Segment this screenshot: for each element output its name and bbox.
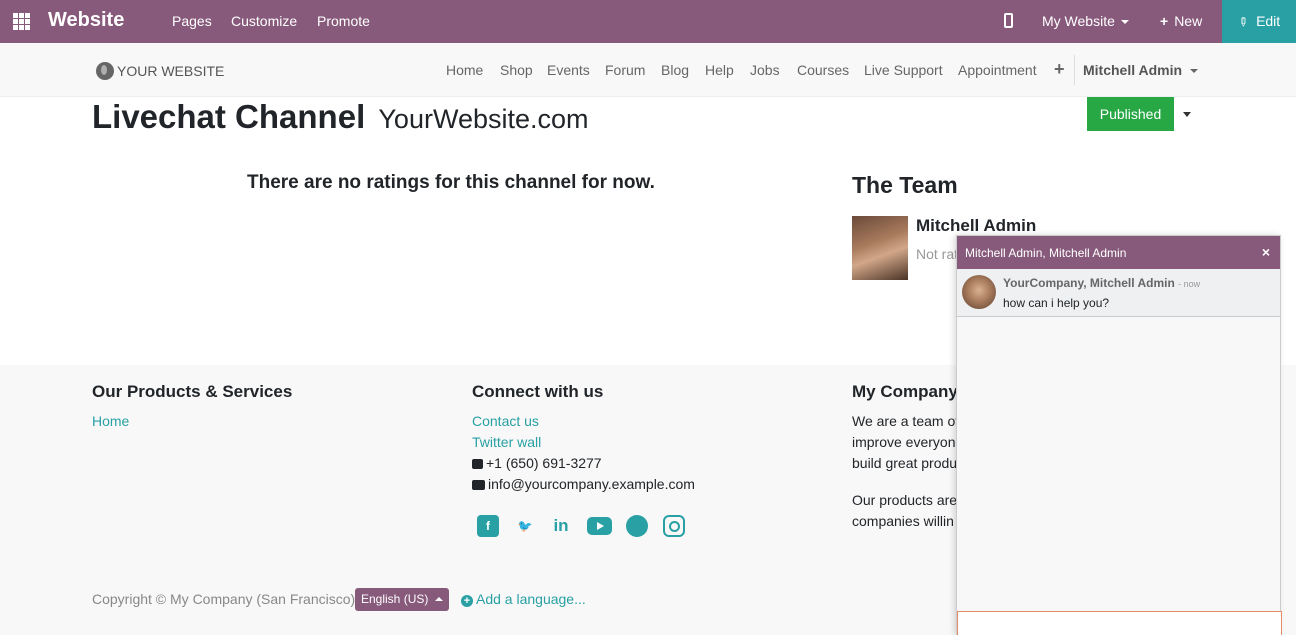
nav-blog[interactable]: Blog bbox=[661, 62, 689, 78]
user-name: Mitchell Admin bbox=[1083, 62, 1183, 78]
language-selector[interactable]: English (US) bbox=[355, 588, 449, 611]
team-member-rating-status: Not rated yet bbox=[916, 246, 956, 262]
team-member-avatar bbox=[852, 216, 908, 280]
instagram-icon[interactable] bbox=[663, 515, 685, 537]
twitter-icon[interactable]: 🐦 bbox=[514, 515, 536, 537]
footer-heading-connect: Connect with us bbox=[472, 382, 604, 401]
menu-pages[interactable]: Pages bbox=[172, 13, 212, 29]
message-author: YourCompany, Mitchell Admin - now bbox=[1003, 276, 1200, 290]
close-icon[interactable]: × bbox=[1262, 244, 1270, 260]
footer-company-line: We are a team of bbox=[852, 413, 956, 429]
website-header: YOUR WEBSITE Home Shop Events Forum Blog… bbox=[0, 43, 1296, 97]
copyright: Copyright © My Company (San Francisco) bbox=[92, 591, 356, 607]
youtube-icon[interactable] bbox=[587, 517, 612, 535]
livechat-header[interactable]: Mitchell Admin, Mitchell Admin × bbox=[957, 236, 1280, 269]
footer-company-paragraph-1: We are a team of improve everyone build … bbox=[852, 411, 956, 474]
chevron-down-icon bbox=[1190, 69, 1199, 74]
pencil-icon: ✎ bbox=[1234, 13, 1252, 31]
github-icon[interactable] bbox=[626, 515, 648, 537]
site-logo[interactable]: YOUR WEBSITE bbox=[96, 62, 224, 80]
footer-email-address: info@yourcompany.example.com bbox=[488, 476, 695, 492]
chevron-down-icon bbox=[1120, 20, 1129, 25]
nav-help[interactable]: Help bbox=[705, 62, 734, 78]
livechat-window: Mitchell Admin, Mitchell Admin × YourCom… bbox=[956, 235, 1282, 635]
footer-company-line: Our products are bbox=[852, 492, 956, 508]
new-button[interactable]: + New bbox=[1160, 13, 1202, 29]
menu-promote[interactable]: Promote bbox=[317, 13, 370, 29]
mobile-preview-icon[interactable] bbox=[1004, 13, 1013, 28]
team-member-name: Mitchell Admin bbox=[916, 216, 1037, 235]
message-author-name: YourCompany, Mitchell Admin bbox=[1003, 276, 1175, 290]
website-selector-label: My Website bbox=[1042, 13, 1115, 29]
nav-forum[interactable]: Forum bbox=[605, 62, 645, 78]
nav-home[interactable]: Home bbox=[446, 62, 483, 78]
message-text: how can i help you? bbox=[1003, 296, 1110, 310]
phone-icon bbox=[472, 459, 483, 469]
message-author-avatar bbox=[962, 275, 996, 309]
add-menu-item-icon[interactable]: + bbox=[1054, 59, 1065, 80]
publish-dropdown-icon[interactable] bbox=[1183, 112, 1191, 117]
footer-link-home[interactable]: Home bbox=[92, 413, 129, 429]
page-title-main: Livechat Channel bbox=[92, 98, 366, 135]
nav-courses[interactable]: Courses bbox=[797, 62, 849, 78]
edit-button-label: Edit bbox=[1256, 13, 1281, 29]
app-brand[interactable]: Website bbox=[48, 9, 124, 32]
linkedin-icon[interactable]: in bbox=[550, 515, 572, 537]
footer-phone: +1 (650) 691-3277 bbox=[472, 455, 602, 471]
page-title: Livechat Channel YourWebsite.com bbox=[92, 98, 589, 136]
chat-message: YourCompany, Mitchell Admin - now how ca… bbox=[957, 269, 1280, 317]
footer-heading-company: My Company bbox=[852, 382, 958, 401]
facebook-icon[interactable]: f bbox=[477, 515, 499, 537]
nav-divider bbox=[1074, 55, 1075, 85]
footer-heading-products: Our Products & Services bbox=[92, 382, 293, 401]
admin-bar: Website Pages Customize Promote My Websi… bbox=[0, 0, 1296, 43]
footer-link-twitter-wall[interactable]: Twitter wall bbox=[472, 434, 541, 450]
no-ratings-message: There are no ratings for this channel fo… bbox=[247, 172, 655, 193]
website-selector[interactable]: My Website bbox=[1042, 13, 1129, 29]
plus-circle-icon: + bbox=[461, 595, 473, 607]
add-language-label: Add a language... bbox=[476, 591, 586, 607]
site-logo-text: YOUR WEBSITE bbox=[117, 63, 225, 79]
user-menu[interactable]: Mitchell Admin bbox=[1083, 62, 1199, 78]
footer-company-paragraph-2: Our products are companies willin bbox=[852, 490, 956, 532]
message-time: - now bbox=[1178, 279, 1201, 289]
nav-appointment[interactable]: Appointment bbox=[958, 62, 1037, 78]
footer-phone-number: +1 (650) 691-3277 bbox=[486, 455, 602, 471]
plus-icon: + bbox=[1160, 13, 1169, 29]
globe-icon bbox=[96, 62, 114, 80]
nav-jobs[interactable]: Jobs bbox=[750, 62, 780, 78]
chevron-up-icon bbox=[435, 597, 443, 601]
footer-company-line: build great produ bbox=[852, 455, 956, 471]
apps-grid-icon[interactable] bbox=[13, 13, 30, 30]
chat-message-input[interactable] bbox=[957, 611, 1282, 635]
footer-company-line: improve everyone bbox=[852, 434, 956, 450]
nav-shop[interactable]: Shop bbox=[500, 62, 533, 78]
footer-company-line: companies willin bbox=[852, 513, 954, 529]
language-selector-label: English (US) bbox=[361, 592, 429, 606]
page-title-subtitle: YourWebsite.com bbox=[378, 104, 589, 134]
footer-link-contact[interactable]: Contact us bbox=[472, 413, 539, 429]
edit-button[interactable]: ✎ Edit bbox=[1222, 0, 1296, 43]
nav-live-support[interactable]: Live Support bbox=[864, 62, 943, 78]
envelope-icon bbox=[472, 480, 485, 490]
published-toggle-button[interactable]: Published bbox=[1087, 97, 1174, 131]
nav-events[interactable]: Events bbox=[547, 62, 590, 78]
new-button-label: New bbox=[1174, 13, 1203, 29]
message-time-value: now bbox=[1183, 279, 1201, 289]
add-language-link[interactable]: + Add a language... bbox=[461, 591, 586, 607]
livechat-title: Mitchell Admin, Mitchell Admin bbox=[965, 246, 1127, 260]
team-heading: The Team bbox=[852, 172, 958, 198]
footer-email: info@yourcompany.example.com bbox=[472, 476, 695, 492]
menu-customize[interactable]: Customize bbox=[231, 13, 297, 29]
